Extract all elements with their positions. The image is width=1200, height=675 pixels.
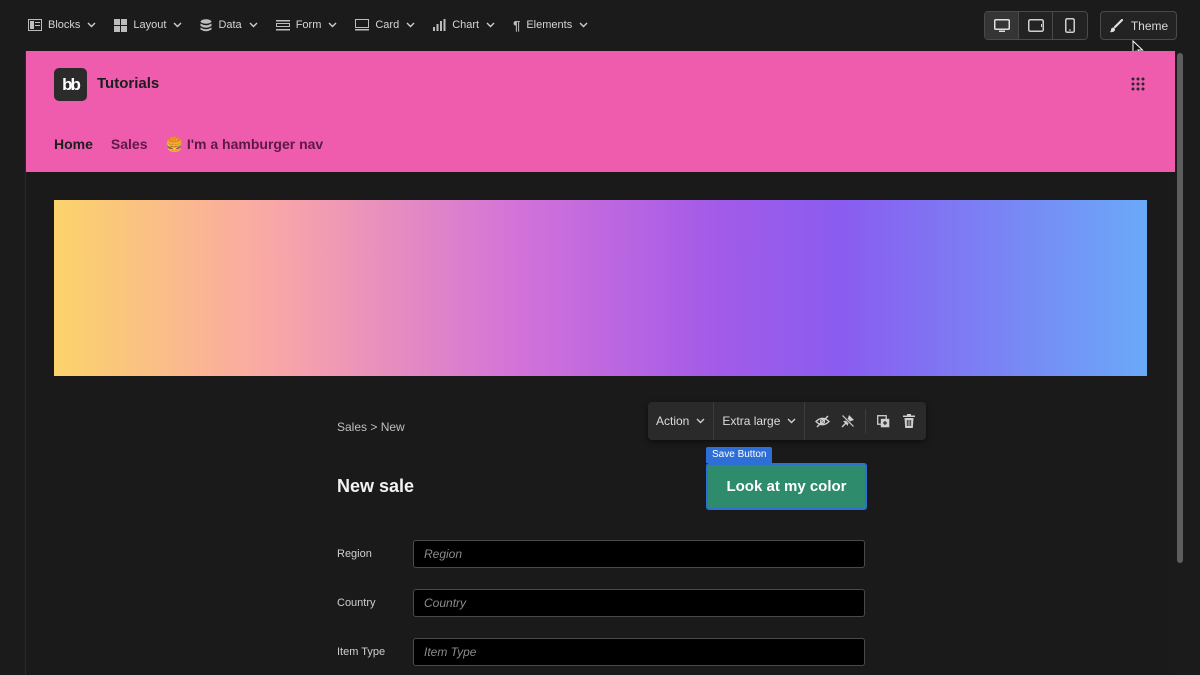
chevron-down-icon (787, 418, 796, 424)
desktop-view-button[interactable] (985, 12, 1019, 39)
card-menu[interactable]: Card (355, 13, 415, 37)
chevron-down-icon (249, 22, 258, 28)
blocks-icon (28, 19, 42, 31)
component-toolbar: Action Extra large (648, 402, 926, 440)
toolbar-divider (865, 409, 867, 433)
save-button[interactable]: Look at my color (706, 463, 867, 510)
button-size-value: Extra large (722, 414, 781, 428)
item-type-input[interactable] (413, 638, 865, 666)
chevron-down-icon (406, 22, 415, 28)
tablet-view-button[interactable] (1019, 12, 1053, 39)
region-label: Region (337, 548, 372, 560)
chart-menu[interactable]: Chart (433, 13, 495, 37)
app-nav: Home Sales 🍔 I'm a hamburger nav (54, 136, 323, 153)
theme-button[interactable]: Theme (1100, 11, 1177, 40)
delete-button[interactable] (896, 402, 922, 440)
duplicate-button[interactable] (870, 402, 896, 440)
data-label: Data (218, 19, 242, 31)
layout-menu[interactable]: Layout (114, 13, 182, 37)
device-switcher (984, 11, 1088, 40)
breadcrumb: Sales > New (337, 420, 405, 434)
selected-component-label: Save Button (706, 447, 773, 463)
button-type-select[interactable]: Action (648, 402, 715, 440)
unpin-button[interactable] (835, 402, 861, 440)
elements-menu[interactable]: ¶ Elements (513, 13, 588, 37)
chevron-down-icon (696, 418, 705, 424)
form-label: Form (295, 19, 322, 31)
region-input[interactable] (413, 540, 865, 568)
chart-label: Chart (452, 19, 480, 31)
tablet-icon (1027, 19, 1044, 32)
button-size-select[interactable]: Extra large (714, 402, 806, 440)
scrollbar-thumb[interactable] (1177, 53, 1183, 563)
paintbrush-icon (1109, 18, 1123, 32)
chevron-down-icon (486, 22, 495, 28)
app-logo[interactable]: bb (54, 68, 87, 101)
page-title: New sale (337, 476, 415, 496)
blocks-menu[interactable]: Blocks (28, 13, 96, 37)
preview-scrollbar[interactable] (1176, 51, 1184, 675)
country-input[interactable] (413, 589, 865, 617)
hide-button[interactable] (809, 402, 835, 440)
theme-label: Theme (1130, 18, 1169, 33)
nav-sales[interactable]: Sales (111, 136, 148, 153)
mobile-icon (1065, 18, 1075, 33)
mobile-view-button[interactable] (1053, 12, 1087, 39)
gradient-banner (54, 200, 1147, 376)
duplicate-icon (876, 414, 890, 427)
form-menu[interactable]: Form (275, 13, 338, 37)
desktop-icon (993, 18, 1010, 32)
layout-icon (114, 18, 128, 32)
unpin-icon (841, 414, 856, 428)
data-menu[interactable]: Data (200, 13, 258, 37)
paragraph-icon: ¶ (513, 17, 521, 33)
app-grid-icon[interactable] (1131, 77, 1145, 91)
app-header: bb Tutorials Home Sales 🍔 I'm a hamburge… (26, 51, 1175, 172)
form-icon (275, 19, 290, 30)
chart-icon (433, 19, 446, 31)
button-type-value: Action (656, 414, 690, 428)
country-label: Country (337, 597, 376, 609)
hide-icon (814, 415, 830, 427)
card-label: Card (375, 19, 400, 31)
chevron-down-icon (87, 22, 96, 28)
card-icon (355, 19, 370, 31)
chevron-down-icon (579, 22, 588, 28)
data-icon (200, 18, 212, 31)
blocks-label: Blocks (48, 19, 81, 31)
app-preview: bb Tutorials Home Sales 🍔 I'm a hamburge… (25, 51, 1175, 675)
chevron-down-icon (328, 22, 337, 28)
nav-home[interactable]: Home (54, 136, 93, 153)
delete-icon (903, 414, 916, 428)
chevron-down-icon (173, 22, 182, 28)
layout-label: Layout (133, 19, 167, 31)
app-title: Tutorials (97, 75, 160, 92)
nav-hamburger[interactable]: 🍔 I'm a hamburger nav (166, 136, 324, 153)
elements-label: Elements (526, 19, 573, 31)
item-type-label: Item Type (337, 646, 386, 658)
